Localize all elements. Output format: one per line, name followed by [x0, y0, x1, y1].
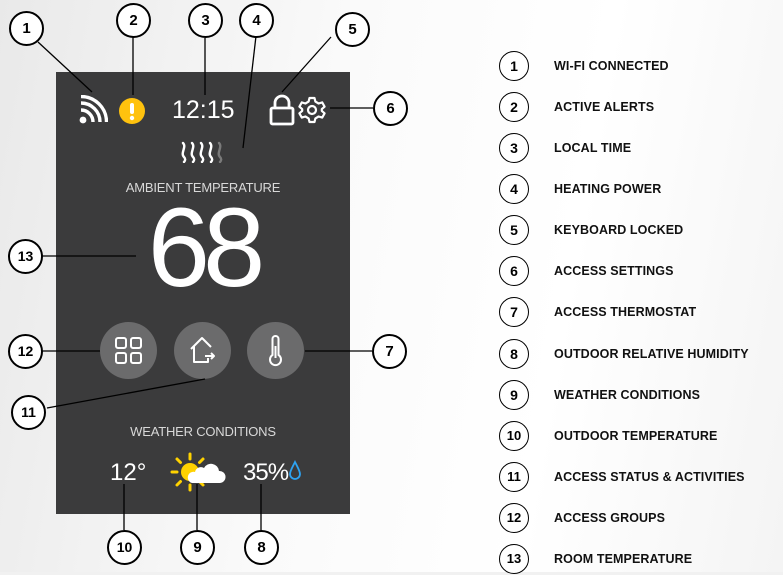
legend-item-weather-conditions: 9 WEATHER CONDITIONS: [499, 380, 783, 411]
legend-label: ACCESS GROUPS: [554, 511, 666, 525]
callout-6: 6: [373, 91, 408, 126]
legend-number: 4: [499, 174, 529, 204]
legend-number: 11: [499, 462, 529, 492]
legend-item-access-thermostat: 7 ACCESS THERMOSTAT: [499, 297, 783, 328]
legend-label: WI-FI CONNECTED: [554, 59, 669, 73]
legend-item-keyboard-locked: 5 KEYBOARD LOCKED: [499, 215, 783, 246]
legend-item-access-status-activities: 11 ACCESS STATUS & ACTIVITIES: [499, 462, 783, 493]
legend-label: ACCESS THERMOSTAT: [554, 305, 697, 319]
callout-11: 11: [11, 395, 46, 430]
legend-number: 13: [499, 544, 529, 574]
callout-10: 10: [107, 530, 142, 565]
legend-number: 9: [499, 380, 529, 410]
legend-item-active-alerts: 2 ACTIVE ALERTS: [499, 92, 783, 123]
legend-label: ACCESS SETTINGS: [554, 264, 674, 278]
legend-number: 1: [499, 51, 529, 81]
legend-label: KEYBOARD LOCKED: [554, 223, 684, 237]
legend-label: HEATING POWER: [554, 182, 662, 196]
callout-3: 3: [188, 3, 223, 38]
callout-5: 5: [335, 12, 370, 47]
legend-item-room-temperature: 13 ROOM TEMPERATURE: [499, 544, 783, 575]
callout-12: 12: [8, 334, 43, 369]
legend-item-wifi-connected: 1 WI-FI CONNECTED: [499, 51, 783, 82]
legend-label: ACCESS STATUS & ACTIVITIES: [554, 470, 745, 484]
callout-4: 4: [239, 3, 274, 38]
legend-number: 5: [499, 215, 529, 245]
legend-item-heating-power: 4 HEATING POWER: [499, 174, 783, 205]
legend-label: LOCAL TIME: [554, 141, 632, 155]
legend-number: 3: [499, 133, 529, 163]
legend-number: 6: [499, 256, 529, 286]
legend-label: ACTIVE ALERTS: [554, 100, 655, 114]
legend-item-access-settings: 6 ACCESS SETTINGS: [499, 256, 783, 287]
legend-number: 2: [499, 92, 529, 122]
callout-13: 13: [8, 239, 43, 274]
legend-label: WEATHER CONDITIONS: [554, 388, 701, 402]
legend-item-outdoor-temperature: 10 OUTDOOR TEMPERATURE: [499, 421, 783, 452]
callout-8: 8: [244, 530, 279, 565]
legend-item-local-time: 3 LOCAL TIME: [499, 133, 783, 164]
callout-2: 2: [116, 3, 151, 38]
callout-1: 1: [9, 11, 44, 46]
legend-label: ROOM TEMPERATURE: [554, 552, 693, 566]
callout-7: 7: [372, 334, 407, 369]
legend-number: 8: [499, 339, 529, 369]
legend-label: OUTDOOR RELATIVE HUMIDITY: [554, 347, 749, 361]
callout-9: 9: [180, 530, 215, 565]
legend-number: 12: [499, 503, 529, 533]
legend-number: 10: [499, 421, 529, 451]
legend-label: OUTDOOR TEMPERATURE: [554, 429, 718, 443]
legend-number: 7: [499, 297, 529, 327]
legend-item-access-groups: 12 ACCESS GROUPS: [499, 503, 783, 534]
legend-item-outdoor-relative-humidity: 8 OUTDOOR RELATIVE HUMIDITY: [499, 339, 783, 370]
